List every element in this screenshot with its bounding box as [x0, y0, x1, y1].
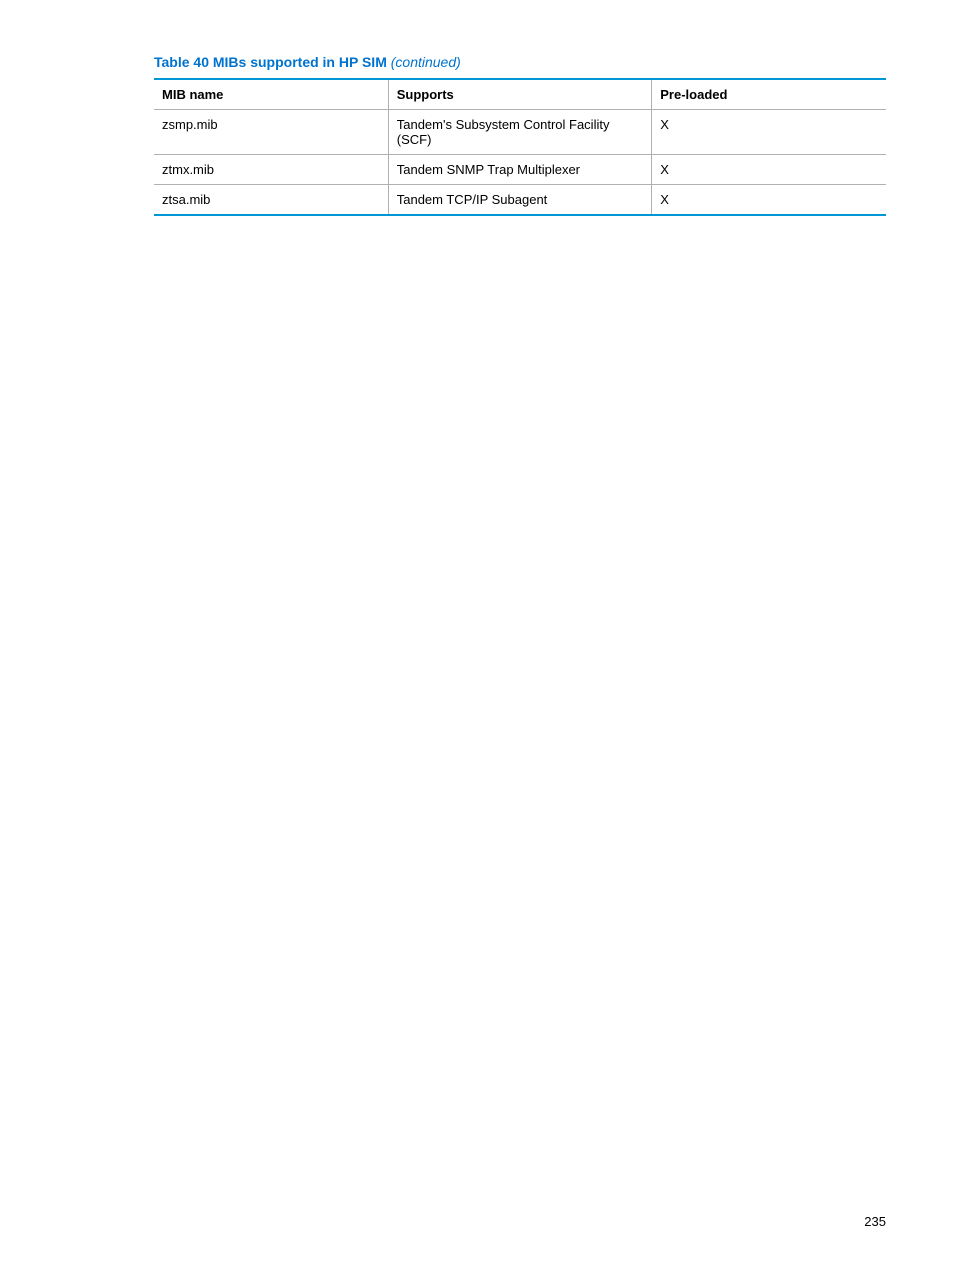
page-number: 235	[864, 1214, 886, 1229]
header-mib-name: MIB name	[154, 79, 388, 110]
mib-table: MIB name Supports Pre-loaded zsmp.mib Ta…	[154, 78, 886, 216]
cell-supports: Tandem TCP/IP Subagent	[388, 185, 652, 216]
table-title-continued: (continued)	[391, 54, 461, 70]
cell-preloaded: X	[652, 155, 886, 185]
cell-mib-name: ztmx.mib	[154, 155, 388, 185]
table-row: ztmx.mib Tandem SNMP Trap Multiplexer X	[154, 155, 886, 185]
cell-preloaded: X	[652, 110, 886, 155]
table-header-row: MIB name Supports Pre-loaded	[154, 79, 886, 110]
header-supports: Supports	[388, 79, 652, 110]
table-title: Table 40 MIBs supported in HP SIM (conti…	[154, 54, 886, 70]
cell-mib-name: zsmp.mib	[154, 110, 388, 155]
table-row: ztsa.mib Tandem TCP/IP Subagent X	[154, 185, 886, 216]
cell-mib-name: ztsa.mib	[154, 185, 388, 216]
cell-supports: Tandem's Subsystem Control Facility (SCF…	[388, 110, 652, 155]
cell-preloaded: X	[652, 185, 886, 216]
header-preloaded: Pre-loaded	[652, 79, 886, 110]
table-title-main: Table 40 MIBs supported in HP SIM	[154, 54, 387, 70]
cell-supports: Tandem SNMP Trap Multiplexer	[388, 155, 652, 185]
table-row: zsmp.mib Tandem's Subsystem Control Faci…	[154, 110, 886, 155]
